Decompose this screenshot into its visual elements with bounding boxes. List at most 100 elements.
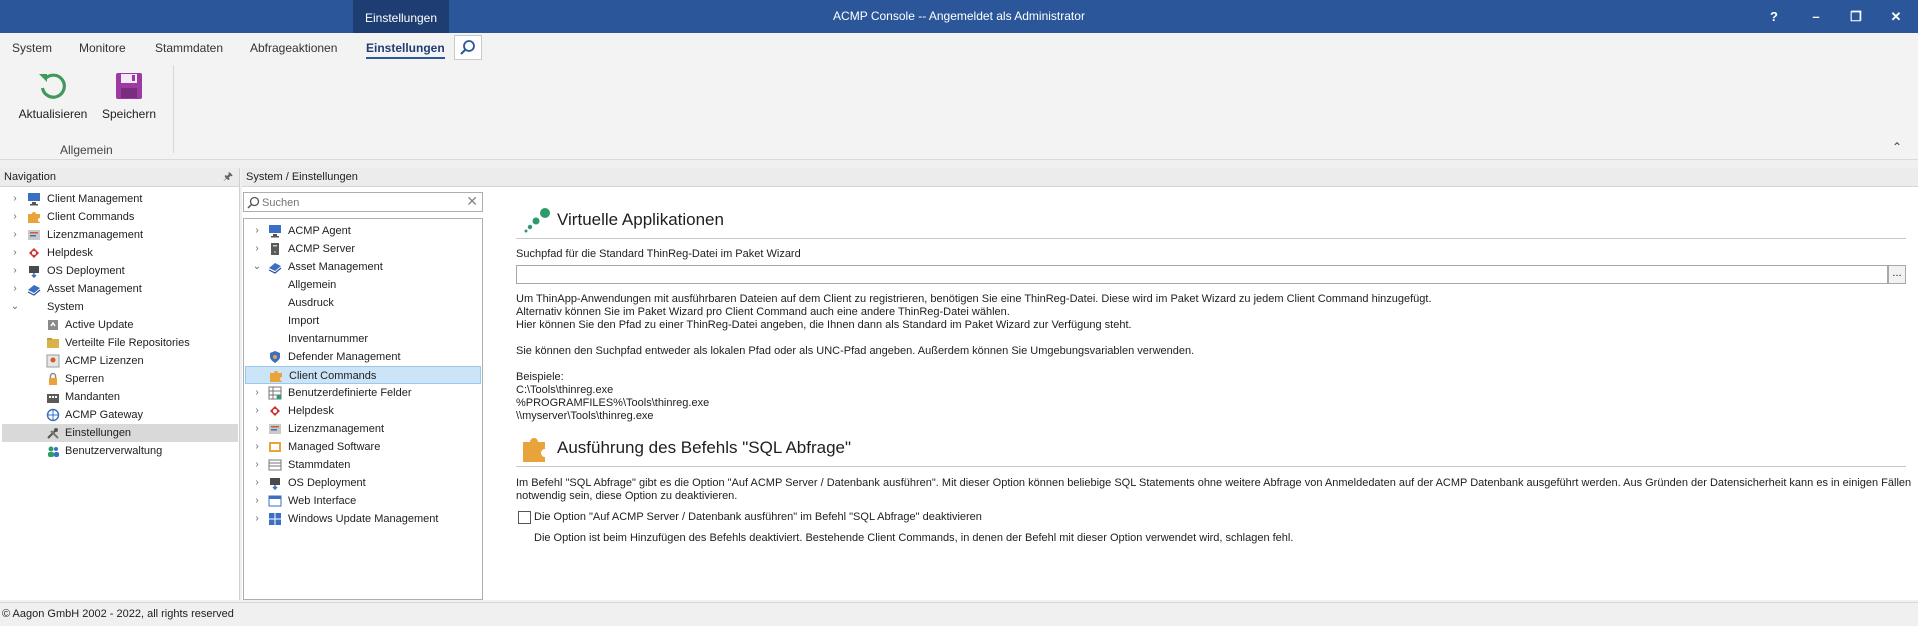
settings-item-label: ACMP Agent bbox=[288, 225, 351, 237]
settings-item-client-commands[interactable]: Client Commands bbox=[245, 366, 481, 384]
settings-item-windows-update-management[interactable]: › Windows Update Management bbox=[245, 510, 481, 528]
settings-item-lizenzmanagement[interactable]: › Lizenzmanagement bbox=[245, 420, 481, 438]
settings-item-label: Managed Software bbox=[288, 441, 381, 453]
collapsed-chevron-icon[interactable]: › bbox=[10, 226, 20, 244]
settings-item-label: Asset Management bbox=[288, 261, 383, 273]
thinreg-path-input[interactable] bbox=[516, 265, 1888, 284]
clear-search-icon[interactable]: ✕ bbox=[466, 193, 478, 210]
tab-system[interactable]: System bbox=[12, 41, 52, 55]
nav-item-os-deployment[interactable]: › OS Deployment bbox=[2, 262, 238, 280]
checkbox-label[interactable]: Die Option "Auf ACMP Server / Datenbank … bbox=[534, 511, 982, 523]
minimize-button[interactable]: – bbox=[1796, 0, 1836, 33]
nav-item-active-update[interactable]: Active Update bbox=[2, 316, 238, 334]
collapsed-chevron-icon[interactable]: › bbox=[252, 222, 262, 240]
collapsed-chevron-icon[interactable]: › bbox=[252, 240, 262, 258]
nav-item-asset-management[interactable]: › Asset Management bbox=[2, 280, 238, 298]
tab-einstellungen[interactable]: Einstellungen bbox=[366, 41, 445, 59]
browse-button[interactable]: ... bbox=[1888, 265, 1906, 284]
collapsed-chevron-icon[interactable]: › bbox=[10, 280, 20, 298]
description-line: Sie können den Suchpfad entweder als lok… bbox=[516, 345, 1195, 357]
nav-item-acmp-gateway[interactable]: ACMP Gateway bbox=[2, 406, 238, 424]
nav-item-mandanten[interactable]: Mandanten bbox=[2, 388, 238, 406]
collapsed-chevron-icon[interactable]: › bbox=[252, 438, 262, 456]
nav-item-label: ACMP Gateway bbox=[65, 409, 144, 421]
helpdesk-icon bbox=[29, 248, 39, 258]
collapsed-chevron-icon[interactable]: › bbox=[252, 402, 262, 420]
gateway-icon bbox=[46, 408, 60, 422]
tab-monitore[interactable]: Monitore bbox=[79, 41, 126, 55]
settings-item-label: Import bbox=[288, 315, 320, 327]
settings-item-acmp-server[interactable]: › ACMP Server bbox=[245, 240, 481, 258]
settings-item-stammdaten[interactable]: › Stammdaten bbox=[245, 456, 481, 474]
expanded-chevron-icon[interactable]: ⌄ bbox=[252, 258, 262, 276]
repository-icon bbox=[47, 338, 59, 348]
settings-item-benutzerdefinierte-felder[interactable]: › Benutzerdefinierte Felder bbox=[245, 384, 481, 402]
nav-item-verteilte-file-repositories[interactable]: Verteilte File Repositories bbox=[2, 334, 238, 352]
nav-item-sperren[interactable]: Sperren bbox=[2, 370, 238, 388]
nav-item-label: Verteilte File Repositories bbox=[65, 337, 190, 349]
collapsed-chevron-icon[interactable]: › bbox=[10, 190, 20, 208]
settings-item-label: Helpdesk bbox=[288, 405, 334, 417]
disable-sql-option-checkbox[interactable] bbox=[518, 511, 531, 524]
settings-item-label: Inventarnummer bbox=[288, 333, 369, 345]
nav-item-helpdesk[interactable]: › Helpdesk bbox=[2, 244, 238, 262]
close-button[interactable]: ✕ bbox=[1876, 0, 1916, 33]
settings-item-acmp-agent[interactable]: › ACMP Agent bbox=[245, 222, 481, 240]
window-title: ACMP Console -- Angemeldet als Administr… bbox=[833, 9, 1085, 23]
expanded-chevron-icon[interactable]: ⌄ bbox=[10, 298, 20, 316]
puzzle-icon bbox=[270, 371, 282, 382]
collapsed-chevron-icon[interactable]: › bbox=[252, 384, 262, 402]
collapsed-chevron-icon[interactable]: › bbox=[10, 208, 20, 226]
collapsed-chevron-icon[interactable]: › bbox=[10, 244, 20, 262]
collapsed-chevron-icon[interactable]: › bbox=[252, 510, 262, 528]
settings-item-helpdesk[interactable]: › Helpdesk bbox=[245, 402, 481, 420]
pin-icon[interactable]: 🖈 bbox=[223, 168, 233, 187]
restore-button[interactable]: ❐ bbox=[1836, 0, 1876, 33]
save-label: Speichern bbox=[101, 107, 157, 121]
settings-item-defender-management[interactable]: Defender Management bbox=[245, 348, 481, 366]
settings-item-os-deployment[interactable]: › OS Deployment bbox=[245, 474, 481, 492]
search-icon bbox=[247, 196, 260, 209]
breadcrumb: System / Einstellungen bbox=[242, 168, 1918, 187]
settings-item-managed-software[interactable]: › Managed Software bbox=[245, 438, 481, 456]
nav-item-einstellungen[interactable]: Einstellungen bbox=[2, 424, 238, 442]
tab-abfrageaktionen[interactable]: Abfrageaktionen bbox=[250, 41, 337, 55]
tab-stammdaten[interactable]: Stammdaten bbox=[155, 41, 223, 55]
help-button[interactable]: ? bbox=[1754, 0, 1794, 33]
refresh-button[interactable]: Aktualisieren bbox=[18, 69, 88, 121]
settings-item-ausdruck[interactable]: Ausdruck bbox=[245, 294, 481, 312]
settings-item-inventarnummer[interactable]: Inventarnummer bbox=[245, 330, 481, 348]
menu-bar: System Monitore Stammdaten Abfrageaktion… bbox=[0, 33, 1918, 63]
nav-item-client-commands[interactable]: › Client Commands bbox=[2, 208, 238, 226]
settings-item-label: Allgemein bbox=[288, 279, 337, 291]
collapsed-chevron-icon[interactable]: › bbox=[252, 456, 262, 474]
collapsed-chevron-icon[interactable]: › bbox=[10, 262, 20, 280]
settings-item-label: Stammdaten bbox=[288, 459, 351, 471]
tree-search-input[interactable] bbox=[262, 195, 452, 210]
section-divider bbox=[516, 238, 1906, 239]
description-line: Hier können Sie den Pfad zu einer ThinRe… bbox=[516, 319, 1132, 331]
collapsed-chevron-icon[interactable]: › bbox=[252, 474, 262, 492]
settings-item-web-interface[interactable]: › Web Interface bbox=[245, 492, 481, 510]
collapsed-chevron-icon[interactable]: › bbox=[252, 420, 262, 438]
collapsed-chevron-icon[interactable]: › bbox=[252, 492, 262, 510]
nav-item-acmp-lizenzen[interactable]: ACMP Lizenzen bbox=[2, 352, 238, 370]
web-interface-icon bbox=[268, 495, 282, 507]
section-title-virtual-apps: Virtuelle Applikationen bbox=[557, 210, 724, 229]
example-path: C:\Tools\thinreg.exe bbox=[516, 384, 614, 396]
nav-item-client-management[interactable]: › Client Management bbox=[2, 190, 238, 208]
settings-item-allgemein[interactable]: Allgemein bbox=[245, 276, 481, 294]
settings-item-import[interactable]: Import bbox=[245, 312, 481, 330]
thinreg-path-label: Suchpfad für die Standard ThinReg-Datei … bbox=[516, 248, 801, 260]
settings-item-asset-management[interactable]: ⌄ Asset Management bbox=[245, 258, 481, 276]
nav-item-system[interactable]: ⌄ System bbox=[2, 298, 238, 316]
description-line: Im Befehl "SQL Abfrage" gibt es die Opti… bbox=[516, 477, 1912, 489]
ribbon-search-button[interactable] bbox=[454, 35, 482, 60]
context-tab-einstellungen[interactable]: Einstellungen bbox=[353, 0, 449, 33]
title-bar: Einstellungen ACMP Console -- Angemeldet… bbox=[0, 0, 1918, 33]
collapse-ribbon-icon[interactable]: ⌃ bbox=[1892, 140, 1902, 154]
nav-item-benutzerverwaltung[interactable]: Benutzerverwaltung bbox=[2, 442, 238, 460]
tools-icon bbox=[47, 428, 59, 439]
save-button[interactable]: Speichern bbox=[101, 69, 157, 121]
nav-item-lizenzmanagement[interactable]: › Lizenzmanagement bbox=[2, 226, 238, 244]
